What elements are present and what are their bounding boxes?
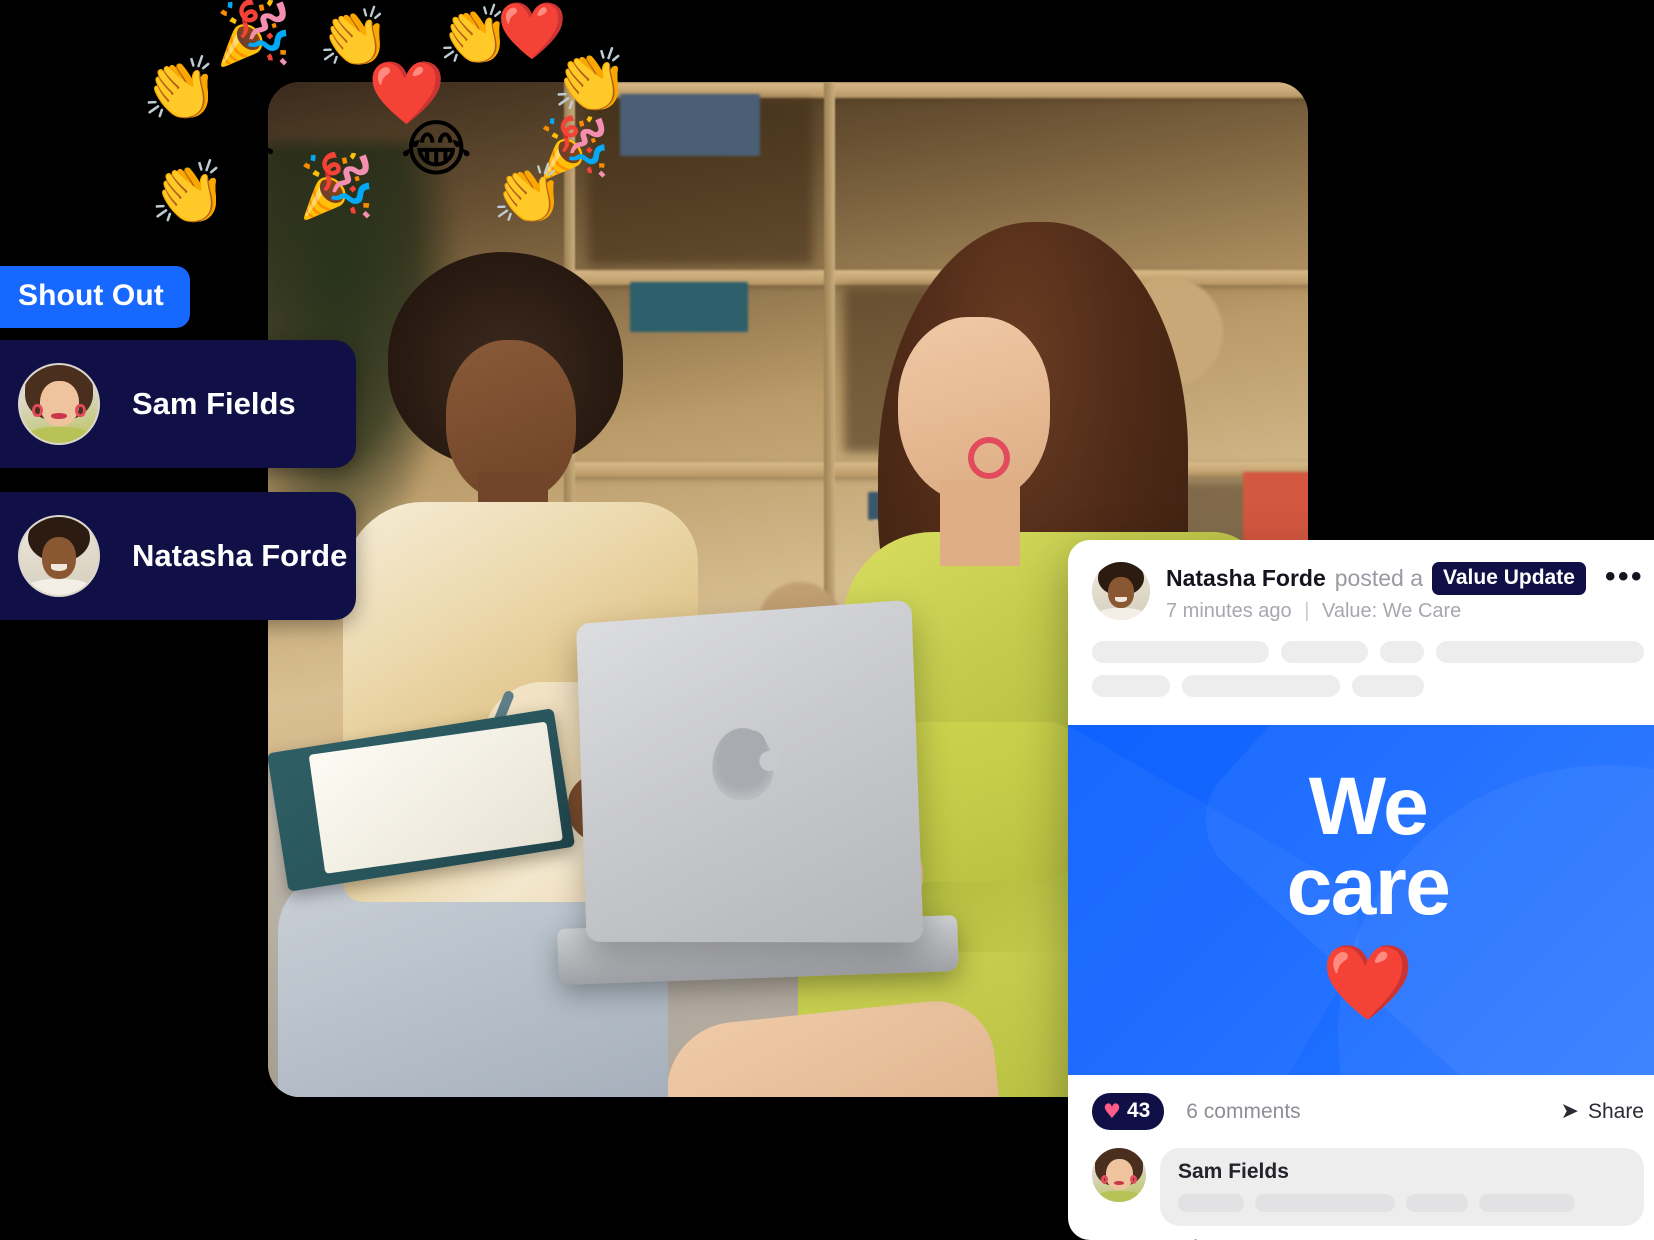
post-timestamp: 7 minutes ago	[1166, 600, 1292, 622]
apple-logo-icon	[710, 726, 780, 801]
heart-icon: ♥	[1103, 1099, 1121, 1123]
shout-out-person-name: Sam Fields	[132, 386, 296, 421]
comment-author-avatar[interactable]	[1092, 1148, 1146, 1202]
reaction-count-pill[interactable]: ♥ 43	[1092, 1093, 1165, 1130]
party-popper-emoji: 🎉	[298, 149, 376, 222]
meta-separator: |	[1304, 600, 1310, 622]
post-options-icon[interactable]: •••	[1605, 562, 1644, 592]
post-header: Natasha Forde posted a Value Update 7 mi…	[1068, 540, 1654, 623]
party-popper-emoji: 🎉	[215, 0, 293, 69]
value-update-badge[interactable]: Value Update	[1432, 562, 1586, 595]
value-banner-line2: care	[1286, 841, 1451, 933]
engagement-bar: ♥ 43 6 comments ➤ Share	[1068, 1075, 1654, 1142]
post-author-name[interactable]: Natasha Forde	[1166, 565, 1326, 592]
clap-emoji: 👏	[142, 52, 220, 125]
value-banner-title: We care	[1068, 725, 1654, 928]
clap-emoji: 👏	[552, 44, 630, 117]
post-action-text: posted a	[1334, 565, 1424, 591]
shout-out-person-card[interactable]: Natasha Forde	[0, 492, 356, 620]
clap-emoji: 👏	[492, 160, 565, 228]
post-author-avatar[interactable]	[1092, 562, 1150, 620]
value-update-banner: We care ❤️	[1068, 725, 1654, 1075]
promo-composition: 🎉 👏 👏 ❤️ 👏 ❤️ 👏 😂 😂 🎉 🎉 👏 👏 Shout Out Sa…	[0, 0, 1654, 1240]
clap-emoji: 👏	[150, 156, 228, 229]
share-button[interactable]: ➤ Share	[1561, 1099, 1644, 1124]
joy-emoji: 😂	[400, 112, 473, 185]
reaction-count: 43	[1126, 1099, 1151, 1122]
shout-out-badge: Shout Out	[0, 266, 190, 328]
comment-count-label[interactable]: 6 comments	[1186, 1100, 1300, 1124]
value-banner-line1: We	[1308, 761, 1429, 852]
share-icon: ➤	[1560, 1099, 1579, 1124]
natasha-forde-avatar	[18, 515, 100, 597]
comment-text-placeholder	[1178, 1194, 1626, 1212]
post-card: Natasha Forde posted a Value Update 7 mi…	[1068, 540, 1654, 1240]
comment-bubble: Sam Fields	[1160, 1148, 1644, 1226]
sam-fields-avatar	[18, 363, 100, 445]
shout-out-person-name: Natasha Forde	[132, 538, 348, 573]
share-label: Share	[1587, 1099, 1644, 1123]
post-value-label: Value: We Care	[1321, 600, 1462, 622]
post-meta: 7 minutes ago | Value: We Care	[1166, 600, 1595, 623]
shout-out-person-card[interactable]: Sam Fields	[0, 340, 356, 468]
heart-icon: ❤️	[1321, 939, 1415, 1026]
comment-item: Sam Fields 2 minutes ago ♥ 16	[1068, 1142, 1654, 1240]
comment-author-name[interactable]: Sam Fields	[1178, 1160, 1626, 1184]
post-body-placeholder	[1068, 623, 1654, 725]
